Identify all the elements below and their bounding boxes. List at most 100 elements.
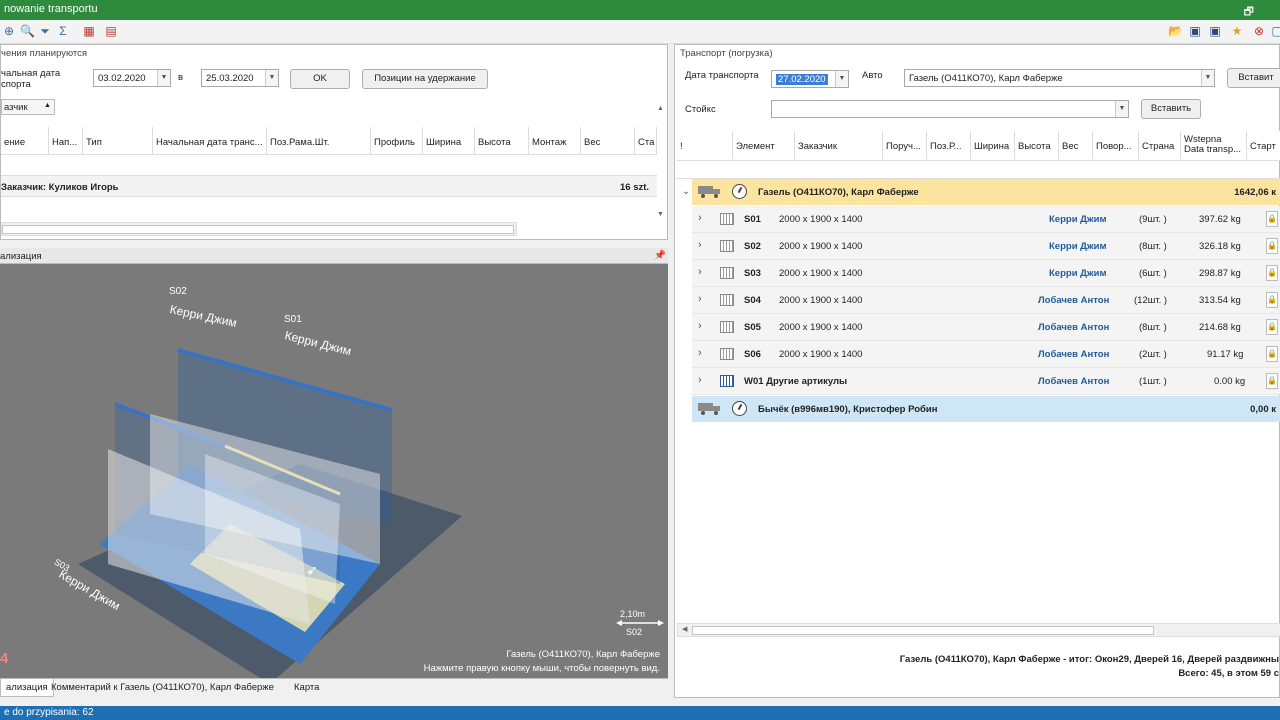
insert-rack-button[interactable]: Вставить <box>1141 99 1201 119</box>
lock-icon[interactable]: 🔒 <box>1266 346 1278 362</box>
scroll-thumb[interactable] <box>2 225 514 234</box>
col-header[interactable]: Ста <box>635 127 657 155</box>
chevron-right-icon[interactable]: › <box>698 266 702 278</box>
col-header[interactable]: Поз.Р... <box>927 131 971 159</box>
date-to-field[interactable]: 25.03.2020 ▼ <box>201 69 279 87</box>
scroll-thumb[interactable] <box>692 626 1154 635</box>
group-row[interactable]: Заказчик: Куликов Игорь 16 szt. <box>1 175 657 197</box>
viz-vehicle-name: Газель (О411КО70), Карл Фаберже <box>506 649 660 660</box>
window-icon[interactable]: ▢ <box>1270 24 1280 38</box>
col-header[interactable]: Вес <box>1059 131 1093 159</box>
chevron-right-icon[interactable]: › <box>698 212 702 224</box>
star-icon[interactable]: ★ <box>1230 24 1244 38</box>
rack-icon <box>720 213 734 225</box>
lock-icon[interactable]: 🔒 <box>1266 292 1278 308</box>
chevron-down-icon[interactable]: ▼ <box>157 70 170 86</box>
lock-icon[interactable]: 🔒 <box>1266 238 1278 254</box>
col-header[interactable]: Старт <box>1247 131 1280 159</box>
search-icon[interactable]: 🔍 <box>20 24 35 38</box>
filter-icon[interactable]: ⏷ <box>38 24 52 38</box>
sum-icon[interactable]: Σ <box>56 24 70 38</box>
filter-row[interactable] <box>677 161 1280 179</box>
transport-date-field[interactable]: 27.02.2020 ▼ <box>771 70 849 88</box>
right-hscroll[interactable]: ◀ <box>677 623 1280 637</box>
visualization-3d[interactable]: S02 Керри Джим S01 Керри Джим S03 Керри … <box>0 264 668 678</box>
chevron-down-icon[interactable]: ▼ <box>835 71 848 87</box>
lock-icon[interactable]: 🔒 <box>1266 211 1278 227</box>
rack-row[interactable]: › W01 Другие артикулы Лобачев Антон (1шт… <box>692 368 1280 395</box>
date-separator: в <box>178 72 184 83</box>
tab-map[interactable]: Карта <box>289 679 324 697</box>
col-header[interactable]: Высота <box>475 127 529 155</box>
rack-row[interactable]: › S03 2000 x 1900 x 1400 Керри Джим (6шт… <box>692 260 1280 287</box>
chevron-right-icon[interactable]: › <box>698 320 702 332</box>
table-layout-icon[interactable]: ▤ <box>104 24 118 38</box>
col-header[interactable]: Начальная дата транс... <box>153 127 267 155</box>
col-header[interactable]: Монтаж <box>529 127 581 155</box>
chevron-down-icon[interactable]: ⌄ <box>682 186 690 197</box>
vehicle-group-weight: 1642,06 к <box>1234 187 1276 198</box>
col-header[interactable]: ! <box>677 131 733 159</box>
rack-row[interactable]: › S05 2000 x 1900 x 1400 Лобачев Антон (… <box>692 314 1280 341</box>
col-header[interactable]: ение <box>1 127 49 155</box>
chevron-right-icon[interactable]: › <box>698 293 702 305</box>
close-doc-icon[interactable]: ⊗ <box>1252 24 1266 38</box>
chevron-right-icon[interactable]: › <box>698 374 702 386</box>
col-header[interactable]: Нап... <box>49 127 83 155</box>
rack-row[interactable]: › S02 2000 x 1900 x 1400 Керри Джим (8шт… <box>692 233 1280 260</box>
insert-vehicle-button[interactable]: Вставит <box>1227 68 1280 88</box>
lock-icon[interactable]: 🔒 <box>1266 265 1278 281</box>
rack-id: S04 <box>744 295 761 306</box>
vehicle-group-1[interactable]: ⌄ Газель (О411КО70), Карл Фаберже 1642,0… <box>682 179 1280 205</box>
hold-positions-button[interactable]: Позиции на удержание <box>362 69 488 89</box>
col-header[interactable]: Вес <box>581 127 635 155</box>
scroll-down-icon[interactable]: ▼ <box>657 211 664 218</box>
save-icon[interactable]: ▣ <box>1188 24 1202 38</box>
lock-icon[interactable]: 🔒 <box>1266 373 1278 389</box>
col-header[interactable]: Ширина <box>423 127 475 155</box>
chevron-down-icon[interactable]: ▼ <box>1201 70 1214 86</box>
table-icon[interactable]: ▦ <box>82 24 96 38</box>
rack-customer: Лобачев Антон <box>1038 376 1110 387</box>
scroll-left-icon[interactable]: ◀ <box>682 625 687 633</box>
col-header[interactable]: Высота <box>1015 131 1059 159</box>
col-header[interactable]: Тип <box>83 127 153 155</box>
save-all-icon[interactable]: ▣ <box>1208 24 1222 38</box>
rack-select[interactable]: ▼ <box>771 100 1129 118</box>
rack-weight: 326.18 kg <box>1199 241 1241 252</box>
scroll-up-icon[interactable]: ▲ <box>657 105 664 112</box>
left-grid-header: ение Нап... Тип Начальная дата транс... … <box>1 127 657 155</box>
rack-row[interactable]: › S06 2000 x 1900 x 1400 Лобачев Антон (… <box>692 341 1280 368</box>
col-header[interactable]: Профиль <box>371 127 423 155</box>
vehicle-group-2[interactable]: Бычёк (в996мв190), Кристофер Робин 0,00 … <box>692 396 1280 422</box>
chevron-down-icon[interactable]: ▼ <box>1115 101 1128 117</box>
rack-row[interactable]: › S01 2000 x 1900 x 1400 Керри Джим (9шт… <box>692 206 1280 233</box>
ok-button[interactable]: OK <box>290 69 350 89</box>
auto-select[interactable]: Газель (О411КО70), Карл Фаберже ▼ <box>904 69 1215 87</box>
rack-weight: 0.00 kg <box>1214 376 1246 387</box>
folder-open-icon[interactable]: 📂 <box>1168 24 1183 38</box>
lock-icon[interactable]: 🔒 <box>1266 319 1278 335</box>
left-hscroll[interactable] <box>1 222 517 236</box>
group-filter-chip[interactable]: азчик ▲ <box>1 99 55 115</box>
sort-up-icon[interactable]: ▲ <box>44 102 51 109</box>
date-from-field[interactable]: 03.02.2020 ▼ <box>93 69 171 87</box>
col-header[interactable]: Страна <box>1139 131 1181 159</box>
col-header[interactable]: Поз.Рама.Шт. <box>267 127 371 155</box>
rack-weight: 298.87 kg <box>1199 268 1241 279</box>
tab-comment[interactable]: Комментарий к Газель (О411КО70), Карл Фа… <box>46 679 279 697</box>
col-header[interactable]: Элемент <box>733 131 795 159</box>
scale-value: 2,10m <box>620 609 646 619</box>
chevron-right-icon[interactable]: › <box>698 347 702 359</box>
col-header[interactable]: Повор... <box>1093 131 1139 159</box>
pin-icon[interactable]: 📌 <box>654 250 666 261</box>
col-header[interactable]: Заказчик <box>795 131 883 159</box>
zoom-icon[interactable]: ⊕ <box>2 24 16 38</box>
col-header[interactable]: Wstepna Data transp... <box>1181 131 1247 159</box>
chevron-down-icon[interactable]: ▼ <box>265 70 278 86</box>
col-header[interactable]: Ширина <box>971 131 1015 159</box>
rack-row[interactable]: › S04 2000 x 1900 x 1400 Лобачев Антон (… <box>692 287 1280 314</box>
chevron-right-icon[interactable]: › <box>698 239 702 251</box>
rack-weight: 313.54 kg <box>1199 295 1241 306</box>
col-header[interactable]: Поруч... <box>883 131 927 159</box>
